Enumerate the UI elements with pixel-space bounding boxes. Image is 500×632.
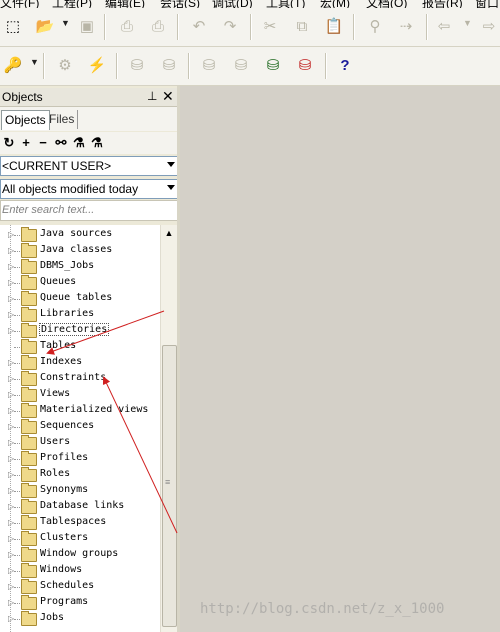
arrow-to-tables	[46, 310, 165, 355]
arrow-to-constraints	[102, 376, 178, 534]
annotation-overlay	[46, 310, 178, 534]
